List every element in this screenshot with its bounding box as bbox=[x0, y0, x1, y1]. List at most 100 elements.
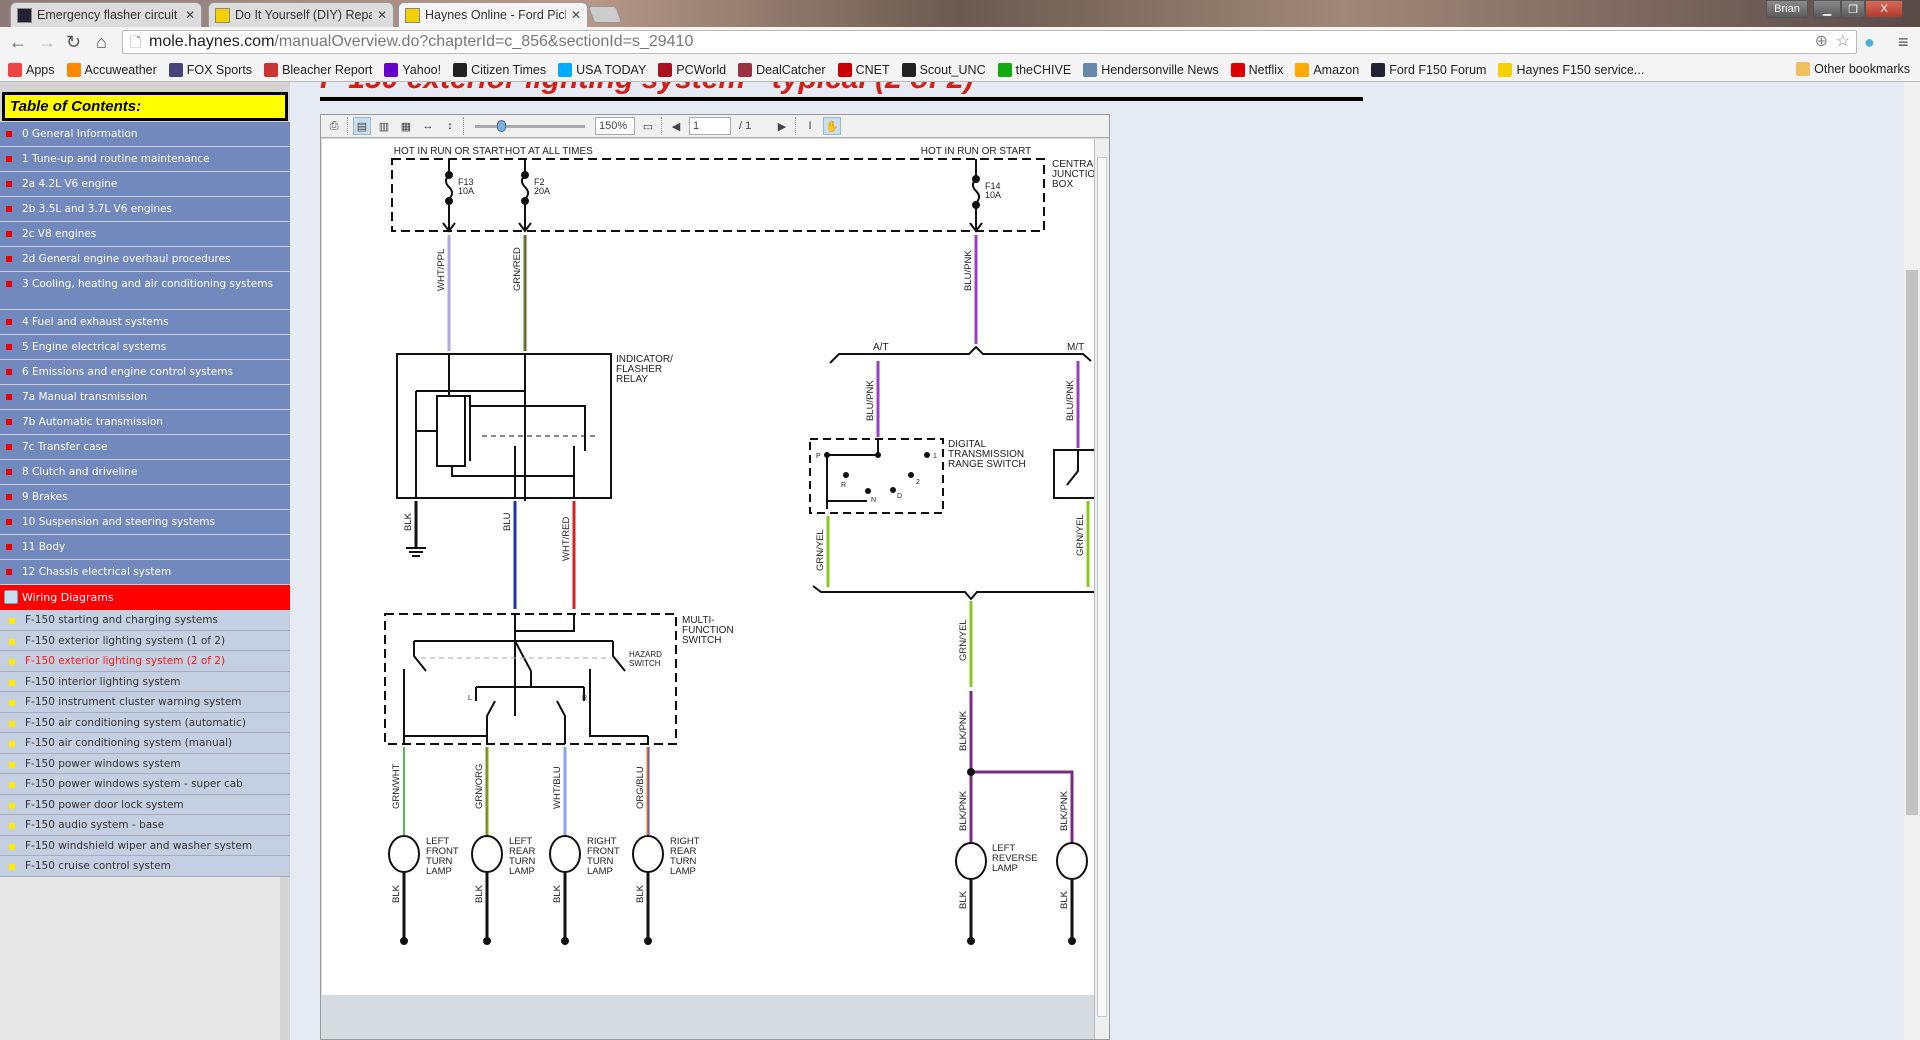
wiring-diagram-link[interactable]: F-150 air conditioning system (manual) bbox=[0, 733, 290, 754]
bookmark-item[interactable]: Haynes F150 service... bbox=[1498, 62, 1644, 77]
other-bookmarks[interactable]: Other bookmarks bbox=[1796, 62, 1910, 76]
toc-chapter[interactable]: 1 Tune-up and routine maintenance bbox=[0, 147, 290, 172]
previous-page-icon[interactable]: ◀ bbox=[667, 117, 685, 135]
bookmark-item[interactable]: Hendersonville News bbox=[1083, 62, 1219, 77]
toc-chapter[interactable]: 12 Chassis electrical system bbox=[0, 560, 290, 585]
bookmark-item[interactable]: Citizen Times bbox=[453, 62, 546, 77]
close-tab-icon[interactable]: ✕ bbox=[377, 8, 387, 22]
toc-chapter[interactable]: 7a Manual transmission bbox=[0, 385, 290, 410]
toc-chapter[interactable]: 11 Body bbox=[0, 535, 290, 560]
reload-icon[interactable]: ↻ bbox=[66, 32, 81, 53]
print-icon[interactable]: ⎙ bbox=[325, 117, 343, 135]
page-scrollbar[interactable] bbox=[1904, 82, 1920, 1040]
bookmark-item[interactable]: DealCatcher bbox=[738, 62, 826, 77]
bookmark-icon bbox=[1498, 62, 1513, 77]
bookmark-item[interactable]: Apps bbox=[8, 62, 55, 77]
home-icon[interactable]: ⌂ bbox=[96, 32, 107, 53]
tab-diy-repair[interactable]: Do It Yourself (DIY) Repair ✕ bbox=[208, 2, 394, 27]
url-path: /manualOverview.do?chapterId=c_856&secti… bbox=[274, 33, 694, 50]
viewer-scrollbar[interactable] bbox=[1094, 139, 1109, 1039]
minimize-button[interactable]: ▁ bbox=[1813, 0, 1841, 18]
fuse-symbols bbox=[442, 159, 983, 233]
zoom-input[interactable]: 150% bbox=[595, 117, 635, 135]
bookmark-item[interactable]: Scout_UNC bbox=[901, 62, 986, 77]
wiring-diagram-link[interactable]: F-150 power door lock system bbox=[0, 794, 290, 815]
next-page-icon[interactable]: ▶ bbox=[773, 117, 791, 135]
single-page-icon[interactable]: ▤ bbox=[353, 117, 371, 135]
star-icon[interactable]: ☆ bbox=[1836, 31, 1850, 53]
toc-chapter[interactable]: 0 General Information bbox=[0, 122, 290, 147]
new-tab-button[interactable] bbox=[587, 6, 623, 23]
fit-width-icon[interactable]: ↔ bbox=[419, 117, 437, 135]
fit-height-icon[interactable]: ↕ bbox=[441, 117, 459, 135]
close-tab-icon[interactable]: ✕ bbox=[571, 8, 581, 22]
bookmark-item[interactable]: Netflix bbox=[1230, 62, 1283, 77]
zoom-slider-thumb[interactable] bbox=[497, 120, 506, 132]
toc-chapter[interactable]: 2a 4.2L V6 engine bbox=[0, 172, 290, 197]
bookmark-item[interactable]: Yahoo! bbox=[384, 62, 441, 77]
toc-chapter-label: 2c V8 engines bbox=[22, 228, 97, 240]
bookmark-item[interactable]: Ford F150 Forum bbox=[1371, 62, 1486, 77]
forward-icon[interactable]: → bbox=[38, 32, 56, 53]
toc-chapter[interactable]: 10 Suspension and steering systems bbox=[0, 510, 290, 535]
wiring-diagram-link[interactable]: F-150 exterior lighting system (2 of 2) bbox=[0, 651, 290, 672]
text-select-icon[interactable]: I bbox=[801, 117, 819, 135]
toc-chapter[interactable]: 2b 3.5L and 3.7L V6 engines bbox=[0, 197, 290, 222]
two-page-icon[interactable]: ▥ bbox=[375, 117, 393, 135]
menu-icon[interactable]: ≡ bbox=[1898, 32, 1909, 53]
hand-tool-icon[interactable]: ✋ bbox=[823, 117, 841, 135]
wiring-diagram-link[interactable]: F-150 cruise control system bbox=[0, 856, 290, 877]
restore-button[interactable]: ❐ bbox=[1841, 0, 1865, 18]
ghostery-icon[interactable]: ● bbox=[1864, 32, 1875, 53]
bookmark-item[interactable]: PCWorld bbox=[658, 62, 726, 77]
address-bar[interactable]: 🗋 mole.haynes.com/manualOverview.do?chap… bbox=[122, 30, 1857, 54]
hot-all-times-label: HOT AT ALL TIMES bbox=[505, 146, 593, 157]
toc-chapter[interactable]: 5 Engine electrical systems bbox=[0, 335, 290, 360]
toc-wiring-diagrams[interactable]: Wiring Diagrams bbox=[0, 585, 290, 610]
wiring-diagram-link[interactable]: F-150 windshield wiper and washer system bbox=[0, 835, 290, 856]
bookmark-item[interactable]: CNET bbox=[837, 62, 890, 77]
zoom-slider[interactable] bbox=[475, 117, 585, 135]
toc-chapter[interactable]: 9 Brakes bbox=[0, 485, 290, 510]
toc-chapter[interactable]: 4 Fuel and exhaust systems bbox=[0, 310, 290, 335]
wiring-diagram-link[interactable]: F-150 starting and charging systems bbox=[0, 610, 290, 631]
viewer-scrollbar-thumb[interactable] bbox=[1097, 157, 1107, 1017]
bookmark-item[interactable]: Bleacher Report bbox=[264, 62, 372, 77]
bookmark-item[interactable]: Amazon bbox=[1295, 62, 1359, 77]
pos-r: R bbox=[582, 695, 587, 702]
fuse-f2-rating: 20A bbox=[534, 186, 550, 196]
toc-chapter[interactable]: 7b Automatic transmission bbox=[0, 410, 290, 435]
toc-chapter[interactable]: 6 Emissions and engine control systems bbox=[0, 360, 290, 385]
wiring-diagram-link[interactable]: F-150 power windows system bbox=[0, 753, 290, 774]
wiring-diagram-link[interactable]: F-150 instrument cluster warning system bbox=[0, 692, 290, 713]
bullet-icon bbox=[9, 843, 15, 850]
page-number-input[interactable]: 1 bbox=[689, 117, 731, 135]
wiring-diagram-link[interactable]: F-150 air conditioning system (automatic… bbox=[0, 712, 290, 733]
label-blk-3: BLK bbox=[552, 884, 563, 903]
page-scrollbar-thumb[interactable] bbox=[1906, 270, 1918, 815]
bookmark-item[interactable]: FOX Sports bbox=[168, 62, 252, 77]
profile-button[interactable]: Brian bbox=[1766, 0, 1808, 18]
back-icon[interactable]: ← bbox=[9, 32, 27, 53]
toc-chapter[interactable]: 3 Cooling, heating and air conditioning … bbox=[0, 272, 290, 310]
thumbnails-icon[interactable]: ▦ bbox=[397, 117, 415, 135]
wiring-diagram-link[interactable]: F-150 exterior lighting system (1 of 2) bbox=[0, 630, 290, 651]
bookmark-item[interactable]: USA TODAY bbox=[558, 62, 646, 77]
wiring-diagram-link[interactable]: F-150 interior lighting system bbox=[0, 671, 290, 692]
lamp-rf-4: LAMP bbox=[587, 866, 613, 877]
toc-chapter[interactable]: 2c V8 engines bbox=[0, 222, 290, 247]
wiring-diagram-link[interactable]: F-150 audio system - base bbox=[0, 815, 290, 836]
bookmark-item[interactable]: theCHIVE bbox=[997, 62, 1071, 77]
zoom-icon[interactable]: ⊕ bbox=[1815, 31, 1828, 53]
close-window-button[interactable]: X bbox=[1865, 0, 1903, 18]
toc-chapter[interactable]: 8 Clutch and driveline bbox=[0, 460, 290, 485]
wiring-diagram-link[interactable]: F-150 power windows system - super cab bbox=[0, 774, 290, 795]
presentation-icon[interactable]: ▭ bbox=[639, 117, 657, 135]
toc-chapter[interactable]: 7c Transfer case bbox=[0, 435, 290, 460]
tab-haynes-online[interactable]: Haynes Online - Ford Pick ✕ bbox=[398, 2, 588, 27]
bookmark-item[interactable]: Accuweather bbox=[66, 62, 157, 77]
bullet-icon bbox=[9, 864, 15, 870]
toc-chapter[interactable]: 2d General engine overhaul procedures bbox=[0, 247, 290, 272]
close-tab-icon[interactable]: ✕ bbox=[185, 8, 195, 22]
tab-emergency-flasher[interactable]: Emergency flasher circuit ✕ bbox=[10, 2, 202, 27]
